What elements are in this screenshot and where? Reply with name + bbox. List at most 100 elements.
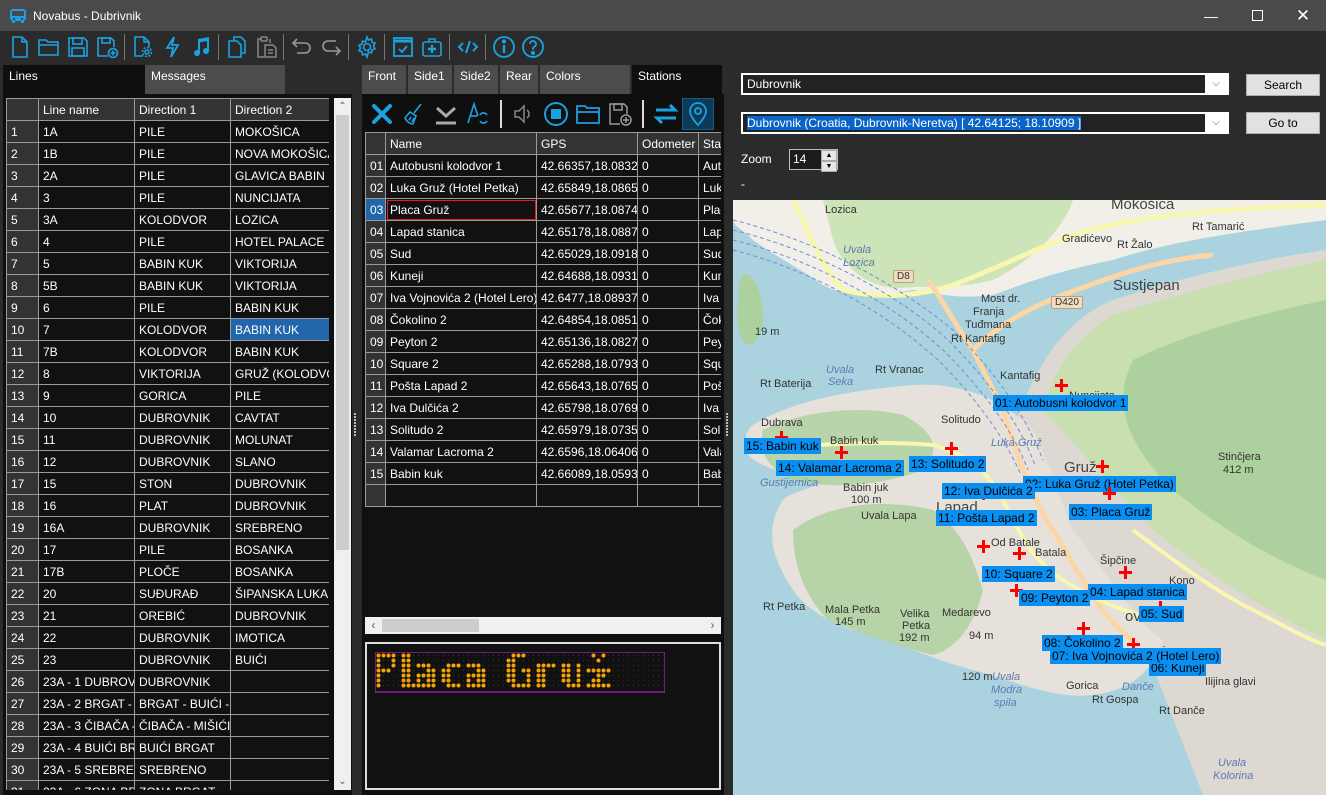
maximize-button[interactable] — [1234, 0, 1280, 31]
lines-table-row[interactable]: 2 1B PILE NOVA MOKOŠICA — [6, 142, 329, 165]
line-name-cell[interactable]: 11 — [38, 428, 135, 451]
stations-table-row[interactable]: 03Placa Gruž42.65677,18.087430Plac — [365, 198, 721, 221]
line-name-cell[interactable]: 3 — [38, 186, 135, 209]
gps-cell[interactable]: 42.65288,18.07939 — [536, 352, 638, 375]
row-number[interactable]: 5 — [6, 208, 39, 231]
column-header-line-name[interactable]: Line name — [38, 98, 135, 121]
row-number[interactable] — [365, 484, 386, 507]
odometer-cell[interactable] — [637, 484, 699, 507]
stations-horizontal-scrollbar[interactable]: ‹ › — [365, 617, 721, 634]
right-splitter-handle[interactable] — [726, 412, 732, 442]
direction-1-cell[interactable]: KOLODVOR — [134, 318, 231, 341]
lines-table-row[interactable]: 19 16A DUBROVNIK SREBRENO — [6, 516, 329, 539]
station-cell[interactable]: Bab — [698, 462, 721, 485]
row-number[interactable]: 23 — [6, 604, 39, 627]
line-name-cell[interactable]: 3A — [38, 208, 135, 231]
save-stations-button[interactable] — [604, 98, 636, 130]
location-search-combobox[interactable]: Dubrovnik ⌵ — [741, 73, 1229, 95]
stations-table-row[interactable]: 08Čokolino 242.64854,18.085130Čok — [365, 308, 721, 331]
direction-2-cell[interactable]: BUIĆI — [230, 648, 329, 671]
direction-1-cell[interactable]: SUĐURAĐ — [134, 582, 231, 605]
row-number[interactable]: 15 — [6, 428, 39, 451]
line-name-cell[interactable]: 23A - 2 BRGAT - BUIĆI — [38, 692, 135, 715]
left-splitter-handle[interactable] — [354, 412, 360, 442]
settings-button[interactable] — [352, 32, 381, 62]
direction-2-cell[interactable]: DUBROVNIK — [230, 494, 329, 517]
direction-1-cell[interactable]: DUBROVNIK — [134, 516, 231, 539]
row-number[interactable]: 17 — [6, 472, 39, 495]
lines-table-row[interactable]: 11 7B KOLODVOR BABIN KUK — [6, 340, 329, 363]
station-marker-label[interactable]: 04: Lapad stanica — [1088, 584, 1187, 600]
line-name-cell[interactable]: 23A - 6 ZONA BRGAT — [38, 780, 135, 790]
lines-table-row[interactable]: 3123A - 6 ZONA BRGATZONA BRGAT — [6, 780, 329, 790]
lines-table-row[interactable]: 23 21 OREBIĆ DUBROVNIK — [6, 604, 329, 627]
undo-button[interactable] — [287, 32, 316, 62]
lines-table-row[interactable]: 18 16 PLAT DUBROVNIK — [6, 494, 329, 517]
odometer-cell[interactable]: 0 — [637, 176, 699, 199]
scroll-down-arrow-icon[interactable]: ⌄ — [334, 773, 351, 790]
gps-cell[interactable] — [536, 484, 638, 507]
odometer-cell[interactable]: 0 — [637, 286, 699, 309]
station-cell[interactable]: Iva D — [698, 396, 721, 419]
zoom-value[interactable]: 14 — [790, 150, 821, 169]
station-marker-icon[interactable] — [1055, 379, 1068, 392]
line-name-cell[interactable]: 4 — [38, 230, 135, 253]
stations-table-row[interactable]: 06Kuneji42.64688,18.093140Kun — [365, 264, 721, 287]
gps-cell[interactable]: 42.65677,18.08743 — [536, 198, 638, 221]
stations-table-row[interactable]: 15Babin kuk42.66089,18.059380Bab — [365, 462, 721, 485]
line-name-cell[interactable]: 23A - 1 DUBROVNIK — [38, 670, 135, 693]
direction-2-cell[interactable]: HOTEL PALACE — [230, 230, 329, 253]
lightning-button[interactable] — [157, 32, 186, 62]
location-search-input[interactable]: Dubrovnik — [743, 77, 1205, 91]
open-folder-button[interactable] — [34, 32, 63, 62]
lines-table-row[interactable]: 1 1A PILE MOKOŠICA — [6, 120, 329, 143]
tab-colors[interactable]: Colors — [540, 65, 630, 94]
line-name-cell[interactable]: 16A — [38, 516, 135, 539]
gps-cell[interactable]: 42.65029,18.09184 — [536, 242, 638, 265]
stations-table-row[interactable]: 05Sud42.65029,18.091840Sud — [365, 242, 721, 265]
line-name-cell[interactable]: 1B — [38, 142, 135, 165]
lines-table-row[interactable]: 2723A - 2 BRGAT - BUIĆIBRGAT - BUIĆI - B… — [6, 692, 329, 715]
row-number[interactable]: 7 — [6, 252, 39, 275]
station-marker-label[interactable]: 01: Autobusni kolodvor 1 — [993, 395, 1129, 411]
row-number[interactable]: 4 — [6, 186, 39, 209]
row-number[interactable]: 07 — [365, 286, 386, 309]
row-number[interactable]: 26 — [6, 670, 39, 693]
station-name-cell[interactable] — [385, 484, 537, 507]
station-cell[interactable]: Poš — [698, 374, 721, 397]
odometer-cell[interactable]: 0 — [637, 374, 699, 397]
open-stations-button[interactable] — [572, 98, 604, 130]
direction-1-cell[interactable]: PILE — [134, 164, 231, 187]
lines-table-row[interactable]: 4 3 PILE NUNCIJATA — [6, 186, 329, 209]
station-marker-label[interactable]: 14: Valamar Lacroma 2 — [776, 460, 904, 476]
row-number[interactable]: 24 — [6, 626, 39, 649]
row-number[interactable]: 11 — [365, 374, 386, 397]
line-name-cell[interactable]: 12 — [38, 450, 135, 473]
lines-table-row[interactable]: 16 12 DUBROVNIK SLANO — [6, 450, 329, 473]
stations-table-row[interactable]: 09Peyton 242.65136,18.082720Pey — [365, 330, 721, 353]
lines-table-row[interactable]: 22 20 SUĐURAĐ ŠIPANSKA LUKA — [6, 582, 329, 605]
scrollbar-thumb[interactable] — [336, 115, 349, 550]
column-header-direction-1[interactable]: Direction 1 — [134, 98, 231, 121]
stations-table-row[interactable]: 14Valamar Lacroma 242.6596,18.064060Vala — [365, 440, 721, 463]
direction-2-cell[interactable]: BABIN KUK — [230, 296, 329, 319]
direction-1-cell[interactable]: DUBROVNIK — [134, 450, 231, 473]
search-result-value[interactable]: Dubrovnik (Croatia, Dubrovnik-Neretva) [… — [743, 116, 1205, 130]
direction-2-cell[interactable] — [230, 736, 329, 759]
direction-1-cell[interactable]: PILE — [134, 538, 231, 561]
station-name-cell[interactable]: Valamar Lacroma 2 — [385, 440, 537, 463]
row-number[interactable]: 09 — [365, 330, 386, 353]
odometer-cell[interactable]: 0 — [637, 352, 699, 375]
row-number[interactable]: 6 — [6, 230, 39, 253]
gps-cell[interactable]: 42.65178,18.08874 — [536, 220, 638, 243]
direction-1-cell[interactable]: PILE — [134, 230, 231, 253]
row-number[interactable]: 10 — [365, 352, 386, 375]
direction-2-cell[interactable]: GLAVICA BABIN KUK — [230, 164, 329, 187]
row-number[interactable]: 16 — [6, 450, 39, 473]
map-pin-button[interactable] — [682, 98, 714, 130]
station-name-cell[interactable]: Iva Dulčića 2 — [385, 396, 537, 419]
station-cell[interactable]: Vala — [698, 440, 721, 463]
row-number[interactable]: 12 — [365, 396, 386, 419]
station-cell[interactable]: Plac — [698, 198, 721, 221]
station-cell[interactable] — [698, 484, 721, 507]
